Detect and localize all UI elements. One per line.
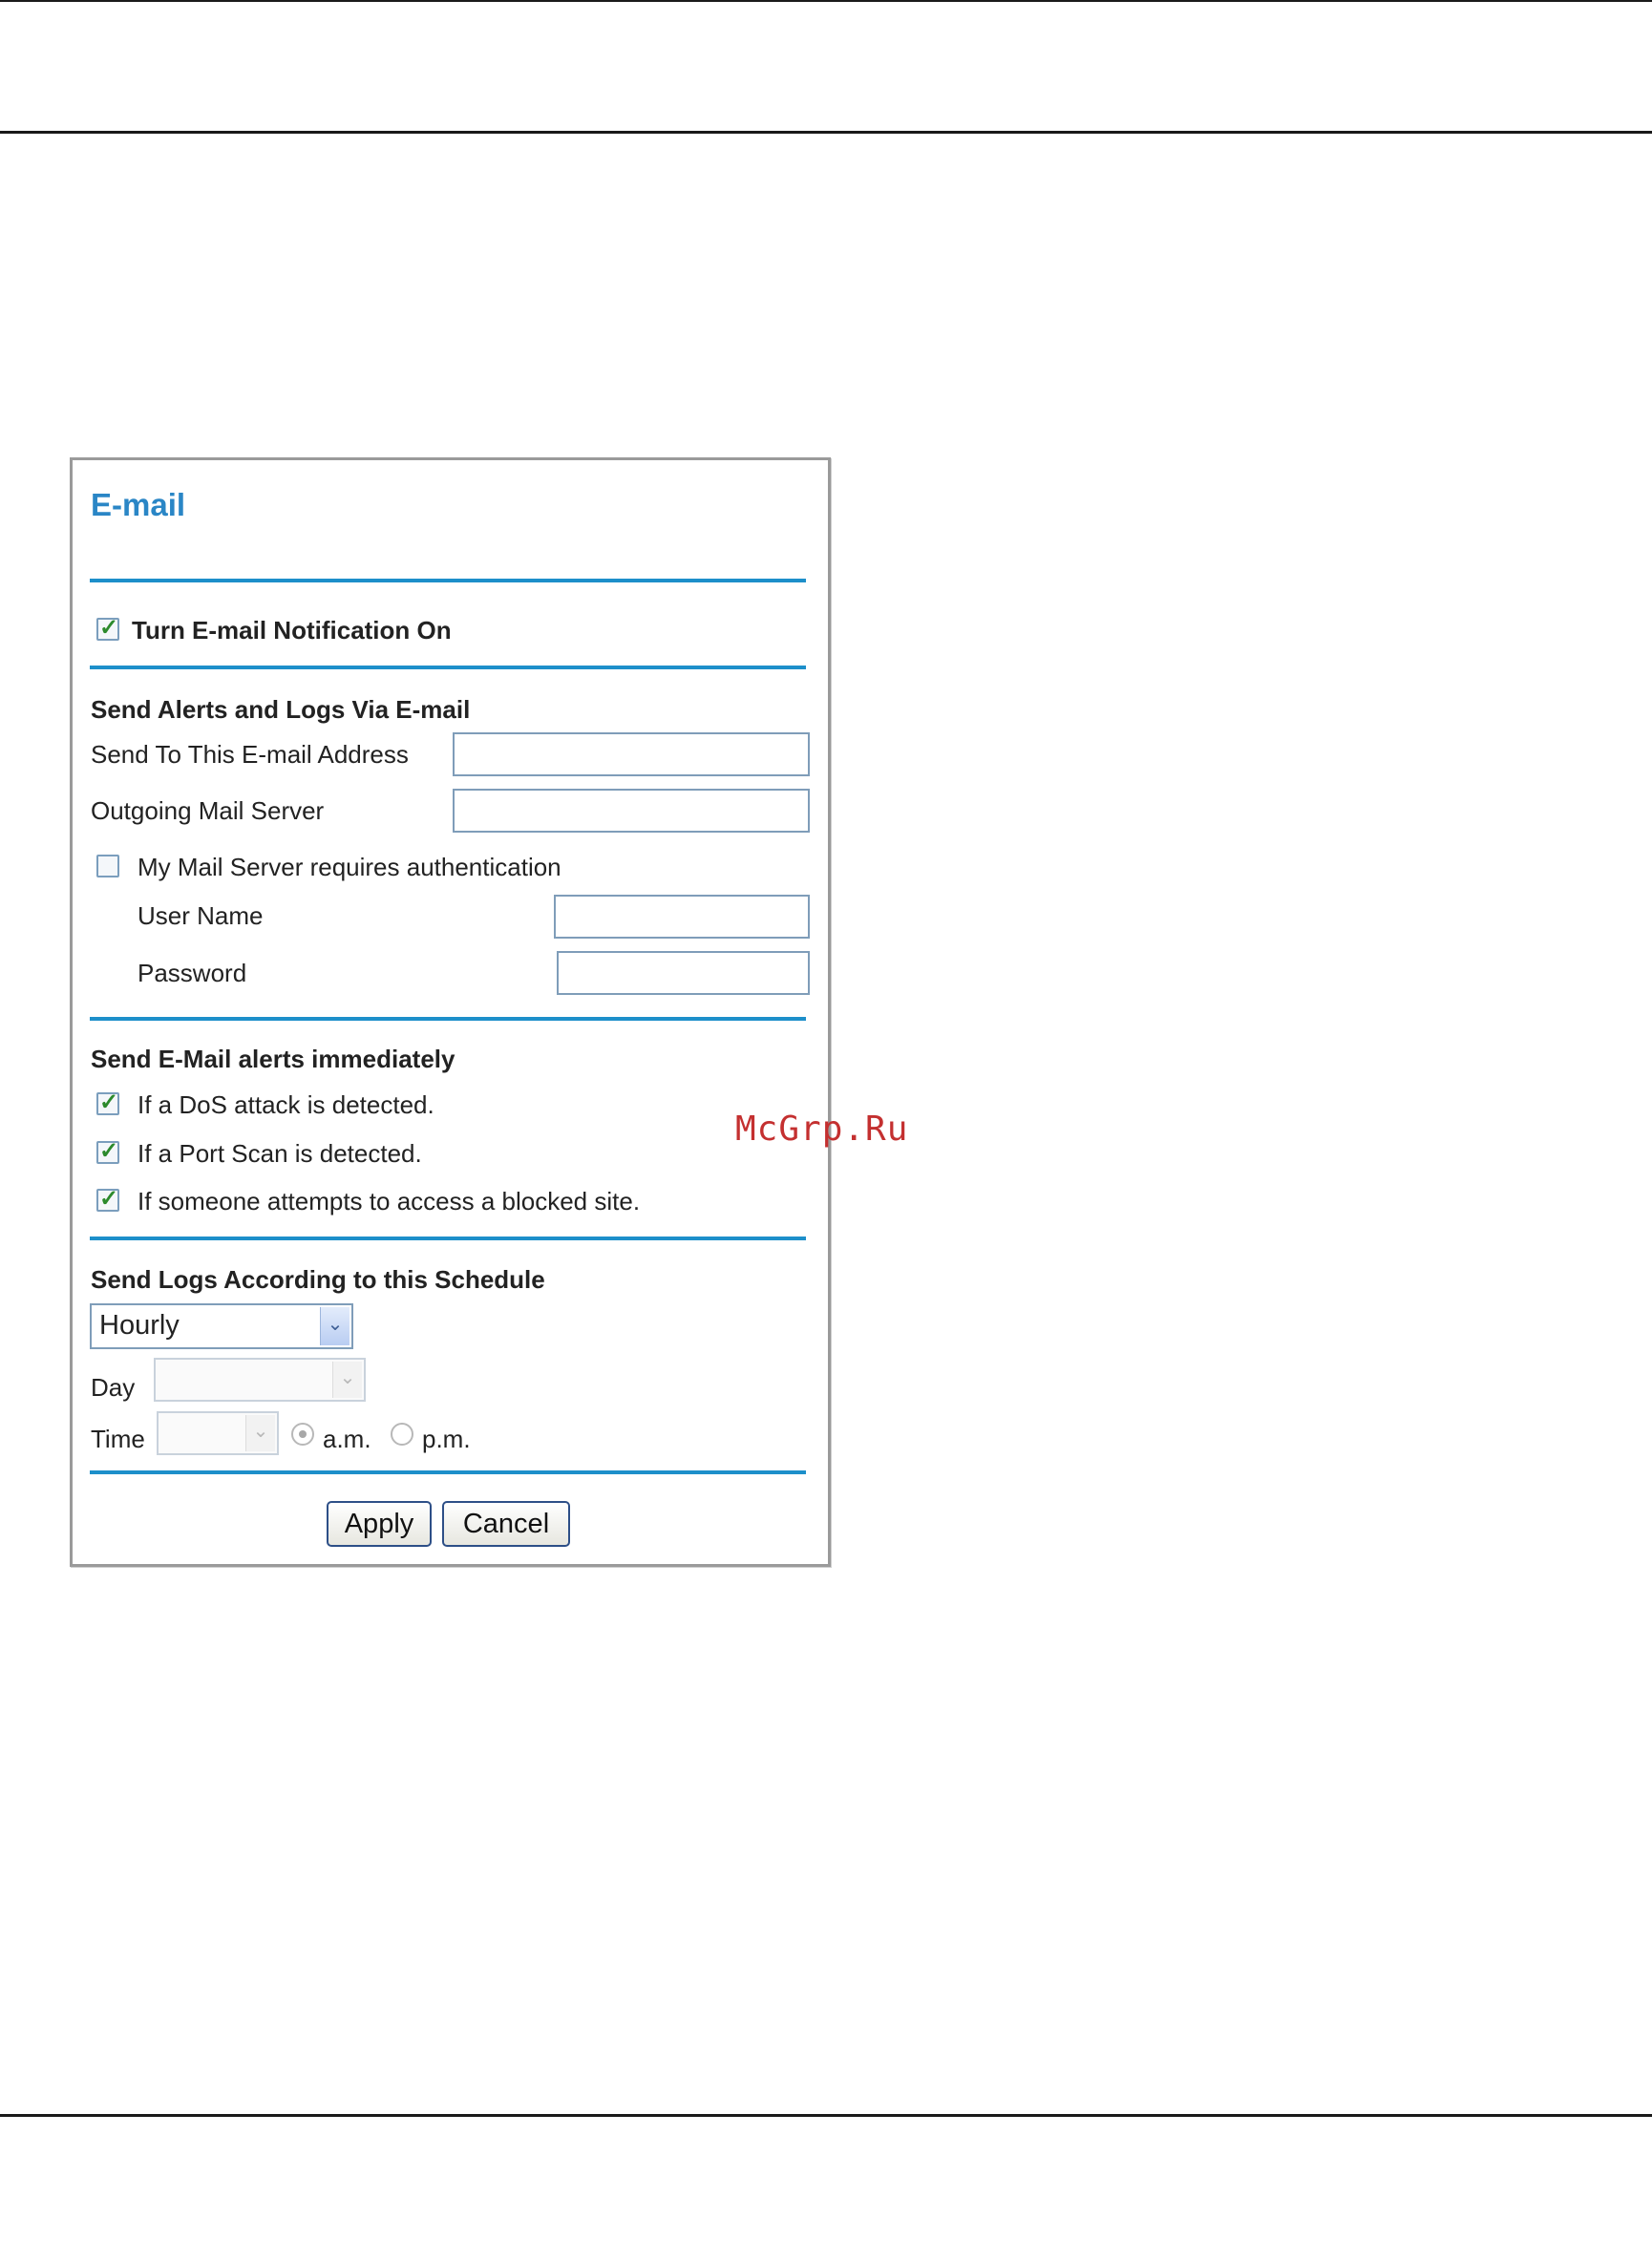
check-icon: ✓ — [99, 615, 119, 641]
page-header-rule — [0, 131, 1652, 134]
page-top-edge-rule — [0, 0, 1652, 2]
check-icon: ✓ — [99, 1089, 119, 1115]
day-select[interactable]: ⌄ — [154, 1358, 366, 1402]
divider-auth — [90, 1017, 806, 1021]
panel-title: E-mail — [91, 487, 186, 522]
check-icon: ✓ — [99, 1186, 119, 1212]
mail-server-input[interactable] — [453, 789, 810, 833]
day-label: Day — [91, 1373, 136, 1402]
auth-checkbox[interactable] — [96, 855, 119, 877]
email-address-label: Send To This E-mail Address — [91, 740, 409, 769]
blocked-site-alert-label: If someone attempts to access a blocked … — [138, 1187, 641, 1216]
schedule-frequency-value: Hourly — [99, 1310, 180, 1341]
watermark-text: McGrp.Ru — [735, 1110, 909, 1149]
pm-radio[interactable] — [391, 1423, 413, 1446]
time-label: Time — [91, 1425, 145, 1453]
chevron-down-icon: ⌄ — [320, 1307, 349, 1345]
username-label: User Name — [138, 901, 264, 930]
password-input[interactable] — [557, 951, 810, 995]
send-via-heading: Send Alerts and Logs Via E-mail — [91, 695, 471, 724]
email-settings-panel: E-mail ✓ Turn E-mail Notification On Sen… — [70, 457, 831, 1567]
am-radio[interactable] — [291, 1423, 314, 1446]
check-icon: ✓ — [99, 1138, 119, 1164]
password-label: Password — [138, 959, 247, 987]
notification-checkbox[interactable]: ✓ — [96, 615, 119, 641]
page-footer-rule — [0, 2114, 1652, 2117]
dos-alert-label: If a DoS attack is detected. — [138, 1090, 434, 1119]
port-scan-alert-checkbox[interactable]: ✓ — [96, 1138, 119, 1164]
username-input[interactable] — [554, 895, 810, 939]
alerts-heading: Send E-Mail alerts immediately — [91, 1045, 455, 1073]
chevron-down-icon: ⌄ — [332, 1362, 362, 1398]
divider-title — [90, 579, 806, 582]
schedule-heading: Send Logs According to this Schedule — [91, 1265, 545, 1294]
blocked-site-alert-checkbox[interactable]: ✓ — [96, 1186, 119, 1212]
time-select[interactable]: ⌄ — [157, 1411, 279, 1455]
auth-label: My Mail Server requires authentication — [138, 853, 561, 881]
dos-alert-checkbox[interactable]: ✓ — [96, 1089, 119, 1115]
divider-alerts — [90, 1237, 806, 1240]
email-address-input[interactable] — [453, 732, 810, 776]
schedule-frequency-select[interactable]: Hourly ⌄ — [90, 1303, 353, 1349]
divider-notification — [90, 666, 806, 669]
cancel-button[interactable]: Cancel — [442, 1501, 570, 1547]
port-scan-alert-label: If a Port Scan is detected. — [138, 1139, 422, 1168]
divider-schedule — [90, 1470, 806, 1474]
chevron-down-icon: ⌄ — [245, 1415, 275, 1451]
mail-server-label: Outgoing Mail Server — [91, 796, 325, 825]
apply-button[interactable]: Apply — [327, 1501, 432, 1547]
am-label: a.m. — [323, 1425, 371, 1453]
notification-label: Turn E-mail Notification On — [132, 616, 452, 645]
pm-label: p.m. — [422, 1425, 471, 1453]
radio-selected-dot — [299, 1430, 307, 1438]
